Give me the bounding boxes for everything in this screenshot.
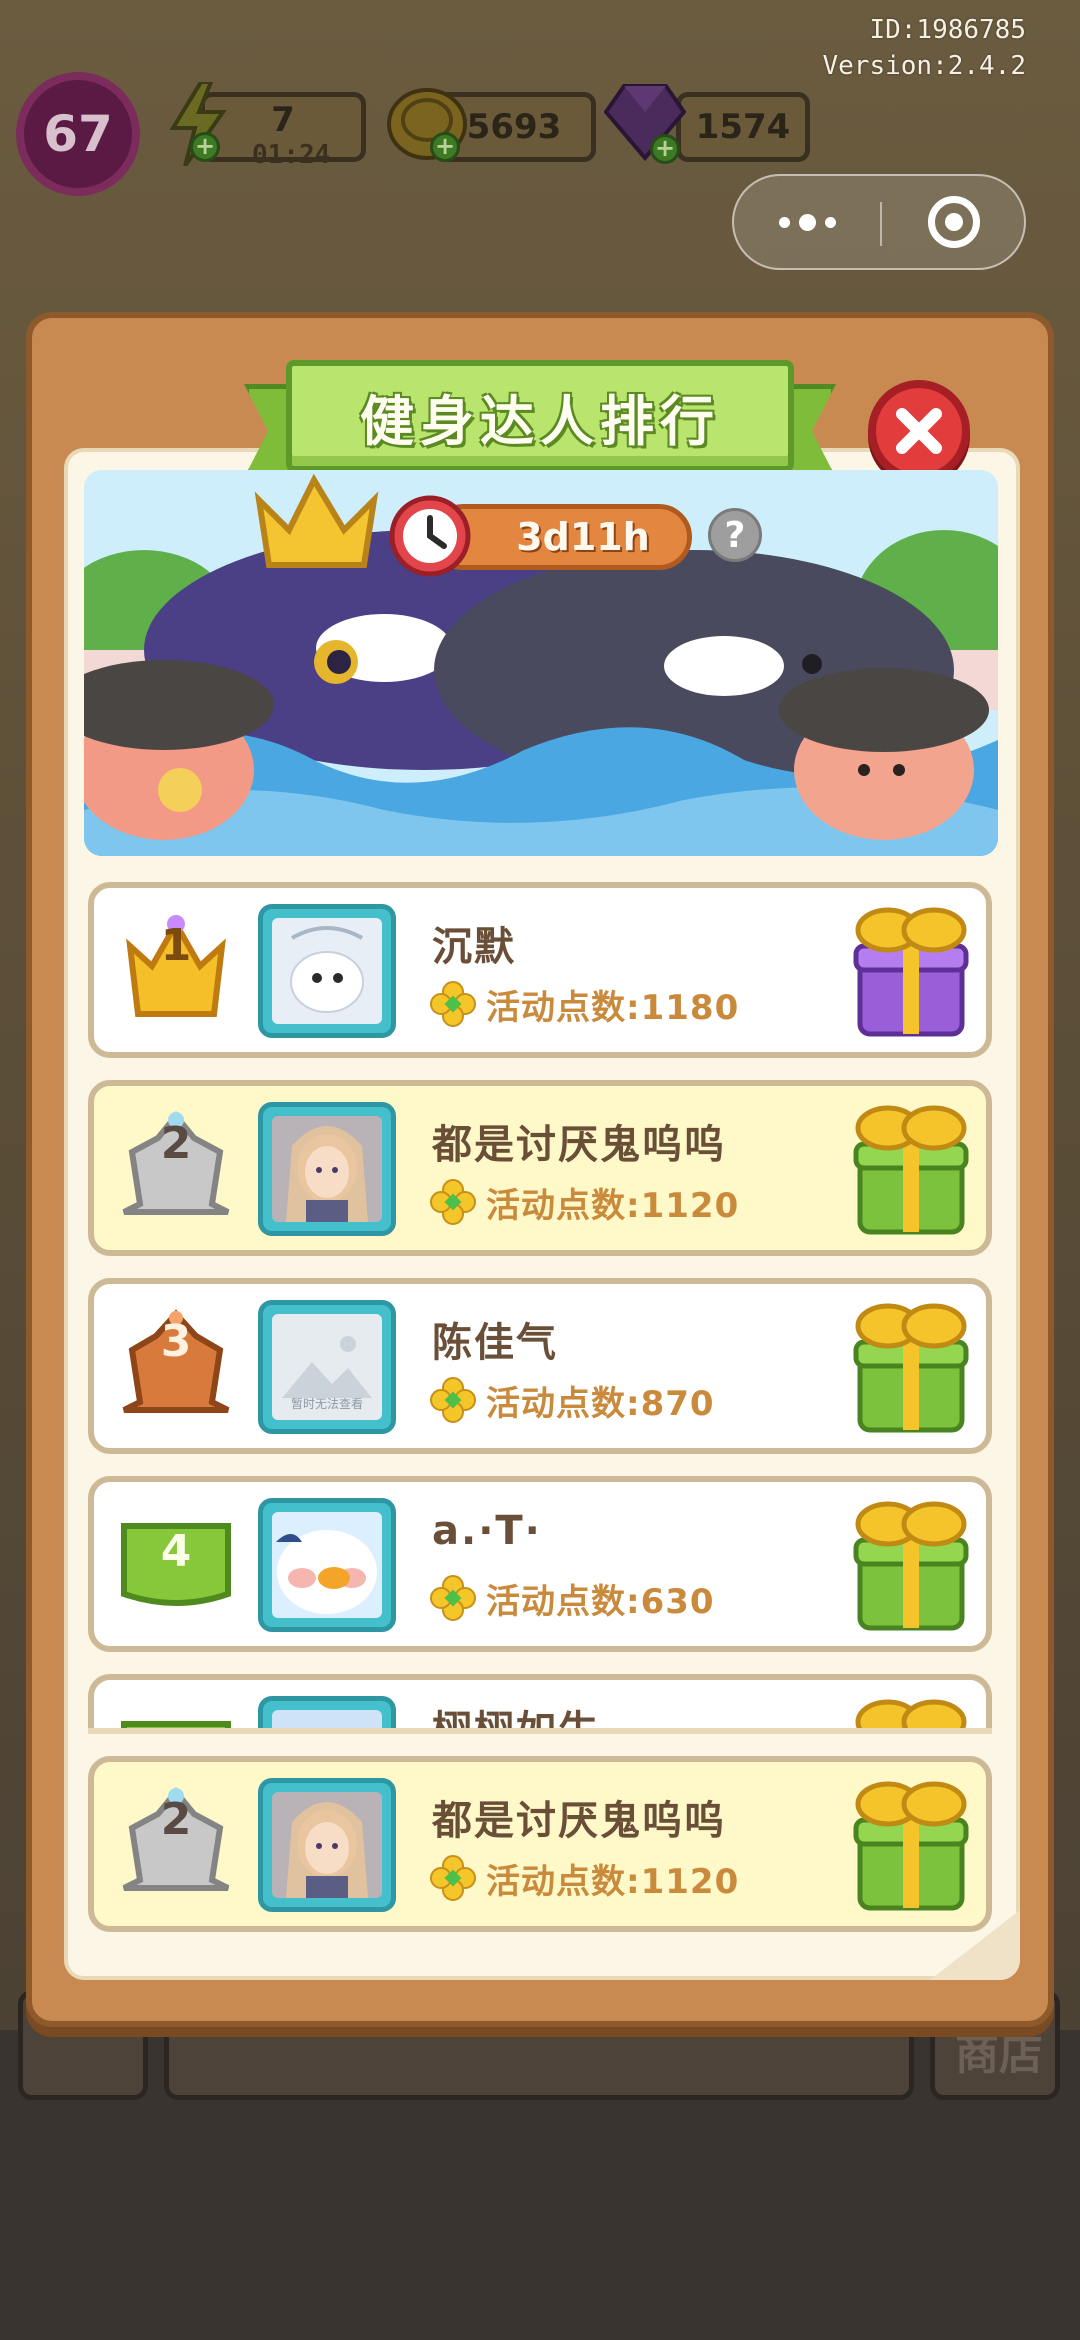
miniprogram-capsule [732, 174, 1026, 270]
green-gift-icon[interactable] [846, 1774, 976, 1914]
avatar [258, 1498, 396, 1632]
ranking-row-3[interactable]: 3 暂时无法查看 陈佳气 活动点数:870 [88, 1278, 992, 1454]
player-name: 沉默 [432, 924, 516, 970]
close-icon [896, 408, 942, 454]
bronze-crown-icon: 3 [116, 1306, 236, 1426]
avatar [258, 904, 396, 1038]
silver-crown-icon: 2 [116, 1784, 236, 1904]
green-flag-icon: 4 [116, 1504, 236, 1624]
level-badge: 67 [16, 72, 140, 196]
close-button[interactable] [868, 380, 970, 482]
clover-icon [430, 981, 476, 1027]
clover-icon [430, 1855, 476, 1901]
points: 活动点数:870 [430, 1376, 715, 1424]
ranking-row-1[interactable]: 1 沉默 活动点数:1180 [88, 882, 992, 1058]
green-gift-icon[interactable] [846, 1494, 976, 1634]
title-ribbon: 健身达人排行 [286, 360, 794, 472]
player-name: 陈佳气 [432, 1320, 558, 1366]
points: 活动点数:630 [430, 1574, 715, 1622]
energy-timer: 01:24 [252, 140, 331, 170]
player-name: 都是讨厌鬼呜呜 [432, 1122, 726, 1168]
ranking-row-5[interactable]: 栩栩如生 [88, 1674, 992, 1734]
energy-value: 7 [271, 100, 295, 140]
points-label: 活动点数:630 [486, 1581, 715, 1622]
clock-icon [388, 494, 472, 578]
purple-gift-icon[interactable] [846, 900, 976, 1040]
points-label: 活动点数:1120 [486, 1185, 740, 1226]
ranking-row-4[interactable]: 4 a.·T· 活动点数:630 [88, 1476, 992, 1652]
user-id: ID:1986785 [869, 15, 1026, 45]
avatar [258, 1102, 396, 1236]
points-label: 活动点数:1180 [486, 987, 740, 1028]
clover-icon [430, 1575, 476, 1621]
coin-value: 5693 [466, 107, 562, 147]
avatar: 暂时无法查看 [258, 1300, 396, 1434]
clover-icon [430, 1179, 476, 1225]
my-rank-row[interactable]: 2 都是讨厌鬼呜呜 活动点数:1120 [88, 1756, 992, 1932]
green-gift-icon[interactable] [846, 1296, 976, 1436]
add-gem-button[interactable]: + [650, 134, 680, 164]
add-coin-button[interactable]: + [430, 132, 460, 162]
modal-title: 健身达人排行 [360, 389, 720, 453]
scroll-divider [88, 1728, 992, 1734]
points-label: 活动点数:870 [486, 1383, 715, 1424]
player-name: a.·T· [432, 1508, 542, 1554]
ranking-row-2[interactable]: 2 都是讨厌鬼呜呜 活动点数:1120 [88, 1080, 992, 1256]
player-name: 都是讨厌鬼呜呜 [432, 1798, 726, 1844]
account-info: ID:1986785 Version:2.4.2 [823, 12, 1027, 84]
rank-number: 3 [160, 1316, 192, 1367]
gold-crown-icon: 1 [116, 910, 236, 1030]
points: 活动点数:1120 [430, 1854, 739, 1902]
green-gift-icon[interactable] [846, 1098, 976, 1238]
rank-number: 2 [160, 1118, 192, 1169]
version-label: Version:2.4.2 [822, 51, 1027, 81]
points-label: 活动点数:1120 [486, 1861, 740, 1902]
clover-icon [430, 1377, 476, 1423]
silver-crown-icon: 2 [116, 1108, 236, 1228]
more-dots-icon[interactable] [734, 176, 880, 268]
rank-number: 4 [160, 1526, 192, 1577]
rank-number: 1 [160, 920, 192, 971]
avatar-placeholder-text: 暂时无法查看 [290, 1397, 363, 1411]
points: 活动点数:1180 [430, 980, 739, 1028]
bg-shop-label: 商店 [955, 2029, 1043, 2080]
gem-counter: 1574 [676, 92, 810, 162]
rank-number: 2 [160, 1794, 192, 1845]
target-circle-icon[interactable] [882, 176, 1026, 268]
avatar [258, 1778, 396, 1912]
points: 活动点数:1120 [430, 1178, 739, 1226]
gem-value: 1574 [695, 107, 791, 147]
countdown-text: 3d11h [516, 515, 650, 559]
add-energy-button[interactable]: + [190, 132, 220, 162]
help-button[interactable]: ? [708, 508, 762, 562]
